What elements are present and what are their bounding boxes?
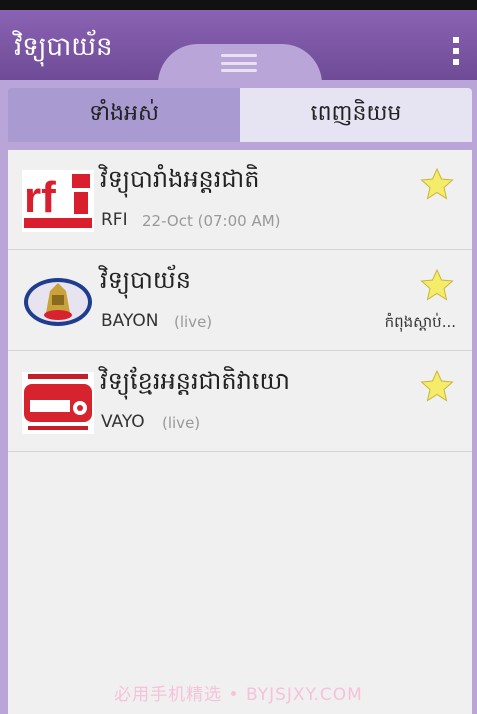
tab-favorites[interactable]: ពេញនិយម <box>240 88 472 142</box>
overflow-menu-icon[interactable] <box>451 37 461 65</box>
star-icon[interactable] <box>420 168 454 200</box>
station-subtitle: (live) <box>162 414 201 432</box>
svg-text:rf: rf <box>24 173 56 222</box>
drag-handle-icon <box>221 54 257 72</box>
station-subtitle: 22-Oct (07:00 AM) <box>142 212 281 230</box>
star-icon[interactable] <box>420 269 454 301</box>
station-title: វិទ្យុបាយ័ន <box>100 266 191 294</box>
station-title: វិទ្យុខ្មែរអន្តរជាតិវាយោ <box>100 367 290 395</box>
list-item[interactable]: វិទ្យុខ្មែរអន្តរជាតិវាយោ VAYO (live) <box>8 352 472 452</box>
vayo-logo <box>22 372 94 434</box>
station-list: rf វិទ្យុបារាំងអន្តរជាតិ RFI 22-Oct (07:… <box>8 150 472 714</box>
station-title: វិទ្យុបារាំងអន្តរជាតិ <box>100 165 260 193</box>
station-code: RFI <box>101 210 128 230</box>
list-item[interactable]: rf វិទ្យុបារាំងអន្តរជាតិ RFI 22-Oct (07:… <box>8 150 472 250</box>
star-icon[interactable] <box>420 370 454 402</box>
tab-all[interactable]: ទាំងអស់ <box>8 88 240 142</box>
bayon-logo <box>24 278 92 326</box>
rfi-logo: rf <box>22 170 94 232</box>
list-item[interactable]: វិទ្យុបាយ័ន BAYON (live) កំពុងស្តាប់... <box>8 251 472 351</box>
tab-bar: ទាំងអស់ ពេញនិយម <box>8 88 472 142</box>
playing-status: កំពុងស្តាប់... <box>384 313 456 331</box>
station-subtitle: (live) <box>174 313 213 331</box>
station-code: VAYO <box>101 412 145 432</box>
watermark: 必用手机精选 • BYJSJXY.COM <box>114 685 363 705</box>
app-title: វិទ្យុបាយ័ន <box>14 32 113 62</box>
status-bar <box>0 0 477 10</box>
station-code: BAYON <box>101 311 159 331</box>
